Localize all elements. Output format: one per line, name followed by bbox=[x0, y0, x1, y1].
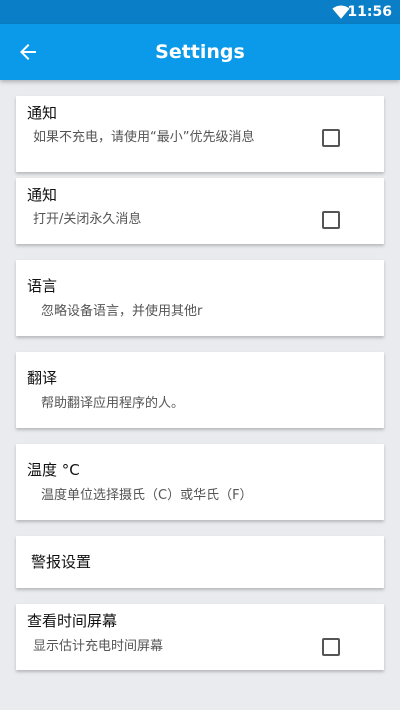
setting-subtitle: 如果不充电，请使用“最小”优先级消息 bbox=[33, 130, 255, 145]
setting-subtitle: 温度单位选择摄氏（C）或华氏（F） bbox=[41, 488, 253, 503]
setting-language[interactable]: 语言 忽略设备语言，并使用其他r bbox=[16, 260, 384, 336]
setting-alarm[interactable]: 警报设置 bbox=[16, 536, 384, 588]
setting-subtitle: 显示估计充电时间屏幕 bbox=[33, 639, 164, 654]
setting-notification-persistent[interactable]: 通知 打开/关闭永久消息 bbox=[16, 178, 384, 244]
setting-subtitle: 帮助翻译应用程序的人。 bbox=[41, 396, 185, 411]
setting-title: 查看时间屏幕 bbox=[27, 612, 118, 630]
charging-time-screen-checkbox[interactable] bbox=[322, 638, 340, 656]
setting-title: 温度 °C bbox=[27, 461, 80, 479]
page-title: Settings bbox=[155, 41, 245, 63]
setting-title: 翻译 bbox=[27, 369, 58, 387]
setting-subtitle: 打开/关闭永久消息 bbox=[33, 212, 142, 227]
app-bar: Settings bbox=[0, 24, 400, 80]
setting-title: 通知 bbox=[27, 104, 58, 122]
persistent-notification-checkbox[interactable] bbox=[322, 211, 340, 229]
setting-title: 通知 bbox=[27, 186, 58, 204]
status-time: 11:56 bbox=[347, 4, 392, 20]
min-priority-checkbox[interactable] bbox=[322, 129, 340, 147]
setting-temperature-unit[interactable]: 温度 °C 温度单位选择摄氏（C）或华氏（F） bbox=[16, 444, 384, 520]
setting-charging-time-screen[interactable]: 查看时间屏幕 显示估计充电时间屏幕 bbox=[16, 604, 384, 670]
setting-translate[interactable]: 翻译 帮助翻译应用程序的人。 bbox=[16, 352, 384, 428]
setting-subtitle: 忽略设备语言，并使用其他r bbox=[41, 304, 203, 319]
setting-title: 语言 bbox=[27, 277, 58, 295]
setting-notification-min-priority[interactable]: 通知 如果不充电，请使用“最小”优先级消息 bbox=[16, 96, 384, 172]
status-bar: 11:56 bbox=[0, 0, 400, 24]
setting-title: 警报设置 bbox=[31, 553, 92, 571]
